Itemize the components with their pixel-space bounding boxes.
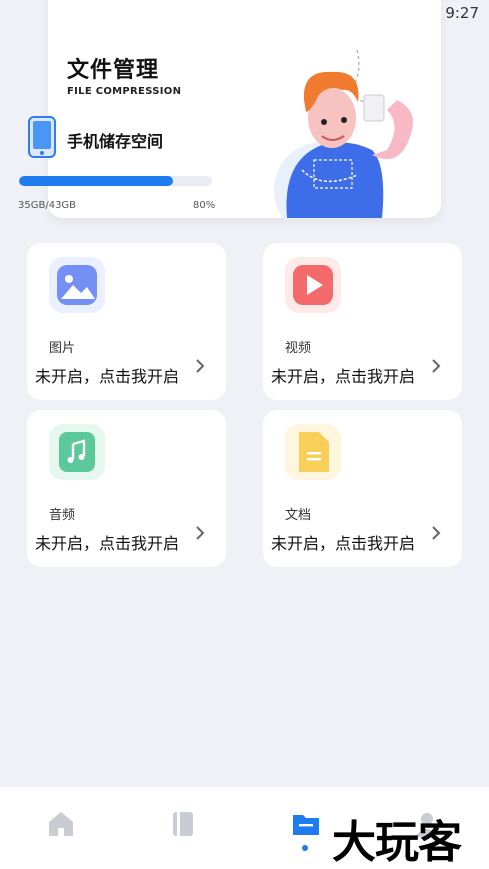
category-status-videos: 未开启，点击我开启 (271, 367, 416, 386)
folder-icon[interactable] (291, 809, 321, 839)
play-icon-badge (285, 257, 341, 313)
storage-used-text: 35GB/43GB (18, 200, 77, 211)
active-tab-indicator (302, 845, 308, 851)
image-icon (57, 265, 97, 305)
category-card-audio[interactable]: 音频 未开启，点击我开启 (27, 410, 226, 567)
home-icon[interactable] (46, 809, 76, 839)
watermark-logo: 大玩客 (332, 817, 462, 868)
category-status-audio: 未开启，点击我开启 (35, 534, 180, 553)
category-label-images: 图片 (49, 341, 76, 356)
chevron-right-icon (196, 359, 205, 373)
person-drinking-illustration (274, 49, 413, 220)
image-icon-badge (49, 257, 105, 313)
category-label-videos: 视频 (285, 341, 312, 356)
category-status-images: 未开启，点击我开启 (35, 367, 180, 386)
category-label-documents: 文档 (285, 508, 312, 523)
music-icon-badge (49, 424, 105, 480)
storage-progress-fill (19, 176, 174, 186)
document-icon (299, 432, 329, 472)
chevron-right-icon (432, 359, 441, 373)
status-time: 9:27 (445, 4, 479, 22)
page-title: 文件管理 (67, 58, 160, 83)
category-card-images[interactable]: 图片 未开启，点击我开启 (27, 243, 226, 400)
category-status-documents: 未开启，点击我开启 (271, 534, 416, 553)
chevron-right-icon (196, 526, 205, 540)
storage-progress-bar (19, 176, 212, 186)
document-icon-badge (285, 424, 341, 480)
page-subtitle: FILE COMPRESSION (67, 86, 182, 97)
storage-percent-text: 80% (193, 200, 216, 211)
storage-label: 手机储存空间 (67, 132, 164, 151)
book-icon[interactable] (168, 809, 198, 839)
category-card-documents[interactable]: 文档 未开启，点击我开启 (263, 410, 462, 567)
category-card-videos[interactable]: 视频 未开启，点击我开启 (263, 243, 462, 400)
play-icon (293, 265, 333, 305)
music-icon (59, 432, 95, 472)
phone-icon (28, 116, 56, 158)
chevron-right-icon (432, 526, 441, 540)
category-label-audio: 音频 (49, 508, 76, 523)
